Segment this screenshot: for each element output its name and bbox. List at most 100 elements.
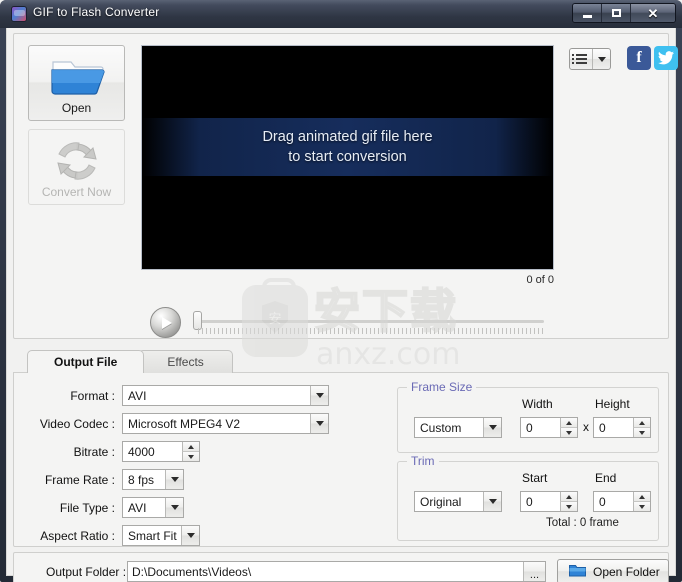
open-folder-button-label: Open Folder (593, 564, 660, 579)
slider-ticks (198, 328, 544, 334)
frame-width-value: 0 (526, 420, 533, 435)
convert-now-button[interactable]: Convert Now (28, 129, 125, 205)
play-button[interactable] (150, 307, 181, 338)
play-icon (162, 316, 172, 329)
folder-icon (569, 563, 586, 580)
open-folder-button[interactable]: Open Folder (557, 559, 669, 582)
trim-end-stepper[interactable] (633, 492, 650, 511)
field-bitrate-label: Bitrate : (73, 444, 115, 459)
stepper-up-icon[interactable] (182, 442, 199, 452)
frame-size-chevron-down-icon[interactable] (483, 418, 501, 437)
frame-width-stepper[interactable] (560, 418, 577, 437)
open-button[interactable]: Open (28, 45, 125, 121)
stepper-down-icon[interactable] (560, 428, 577, 437)
maximize-button[interactable] (602, 4, 631, 22)
field-video-codec-label: Video Codec : (39, 416, 115, 431)
field-format: Format : AVI (26, 385, 329, 406)
format-chevron-down-icon[interactable] (310, 386, 328, 405)
frame-counter: 0 of 0 (526, 274, 554, 286)
stepper-down-icon[interactable] (633, 428, 650, 437)
facebook-icon: f (636, 49, 642, 66)
frame-height-value: 0 (599, 420, 606, 435)
bitrate-stepper[interactable] (182, 442, 199, 461)
trim-group: Trim Start End Original 0 0 Total: 0 fr… (397, 454, 659, 541)
field-format-label: Format : (70, 388, 115, 403)
app-root: GIF to Flash Converter ✕ Open Convert No… (0, 0, 682, 582)
frame-size-preset-value: Custom (420, 420, 462, 435)
output-folder-input[interactable]: D:\Documents\Videos\ ... (127, 561, 546, 582)
trim-preset-dropdown[interactable]: Original (414, 491, 502, 512)
frame-size-title: Frame Size (407, 380, 477, 394)
convert-refresh-icon (51, 138, 103, 189)
video-codec-value: Microsoft MPEG4 V2 (128, 416, 241, 431)
stepper-up-icon[interactable] (560, 418, 577, 428)
stepper-down-icon[interactable] (633, 502, 650, 511)
trim-end-value: 0 (599, 494, 606, 509)
frame-height-stepper[interactable] (633, 418, 650, 437)
stepper-up-icon[interactable] (560, 492, 577, 502)
file-type-chevron-down-icon[interactable] (165, 498, 183, 517)
minimize-button[interactable] (573, 4, 602, 22)
file-type-dropdown[interactable]: AVI (122, 497, 184, 518)
field-aspect-ratio-label: Aspect Ratio : (40, 528, 115, 543)
browse-button[interactable]: ... (523, 562, 545, 581)
video-codec-dropdown[interactable]: Microsoft MPEG4 V2 (122, 413, 329, 434)
field-file-type-label: File Type : (59, 500, 115, 515)
facebook-button[interactable]: f (627, 46, 651, 70)
stepper-up-icon[interactable] (633, 418, 650, 428)
field-frame-rate-label: Frame Rate : (44, 472, 115, 487)
open-folder-icon (49, 54, 105, 103)
trim-total-label: Total : 0 frame (546, 517, 619, 529)
maximize-icon (611, 9, 621, 17)
output-folder-path: D:\Documents\Videos\ (132, 564, 252, 579)
stepper-down-icon[interactable] (182, 452, 199, 461)
output-file-panel: Format : AVI Video Codec : Microsoft MPE… (13, 372, 669, 547)
end-label: End (595, 471, 617, 485)
frame-width-spinner[interactable]: 0 (520, 417, 578, 438)
title-bar[interactable]: GIF to Flash Converter ✕ (0, 0, 682, 28)
stepper-up-icon[interactable] (633, 492, 650, 502)
frame-slider[interactable] (193, 311, 544, 330)
field-aspect-ratio: Aspect Ratio : Smart Fit (26, 525, 200, 546)
close-icon: ✕ (647, 5, 659, 21)
bitrate-spinner[interactable]: 4000 (122, 441, 200, 462)
format-dropdown[interactable]: AVI (122, 385, 329, 406)
trim-chevron-down-icon[interactable] (483, 492, 501, 511)
drop-hint-line1: Drag animated gif file here (262, 129, 433, 145)
frame-height-spinner[interactable]: 0 (593, 417, 651, 438)
minimize-icon (582, 14, 592, 18)
trim-start-stepper[interactable] (560, 492, 577, 511)
chevron-down-icon (597, 56, 606, 62)
preview-panel: Open Convert Now Drag animated gif file … (13, 33, 678, 372)
watermark-url: anxz.com (316, 337, 461, 372)
frame-size-preset-dropdown[interactable]: Custom (414, 417, 502, 438)
social-buttons: f (627, 46, 678, 70)
aspect-ratio-chevron-down-icon[interactable] (181, 526, 199, 545)
dimension-separator: x (583, 420, 589, 434)
tab-output-file[interactable]: Output File (27, 350, 145, 373)
trim-end-spinner[interactable]: 0 (593, 491, 651, 512)
start-label: Start (522, 471, 548, 485)
drop-hint: Drag animated gif file here to start con… (142, 118, 553, 176)
trim-preset-value: Original (420, 494, 462, 509)
format-value: AVI (128, 388, 147, 403)
video-preview-area[interactable]: Drag animated gif file here to start con… (141, 45, 554, 270)
tab-effects[interactable]: Effects (138, 350, 233, 373)
tab-output-file-label: Output File (54, 355, 118, 369)
trim-start-spinner[interactable]: 0 (520, 491, 578, 512)
list-view-button[interactable] (569, 48, 611, 70)
twitter-button[interactable] (654, 46, 678, 70)
output-folder-bar: Output Folder : D:\Documents\Videos\ ...… (13, 552, 669, 582)
aspect-ratio-dropdown[interactable]: Smart Fit (122, 525, 200, 546)
trim-start-value: 0 (526, 494, 533, 509)
window-title: GIF to Flash Converter (33, 5, 160, 19)
list-dropdown-button[interactable] (593, 56, 610, 62)
width-label: Width (522, 397, 553, 411)
video-codec-chevron-down-icon[interactable] (310, 414, 328, 433)
stepper-down-icon[interactable] (560, 502, 577, 511)
frame-rate-chevron-down-icon[interactable] (165, 470, 183, 489)
close-button[interactable]: ✕ (631, 4, 675, 22)
aspect-ratio-value: Smart Fit (128, 528, 177, 543)
frame-rate-dropdown[interactable]: 8 fps (122, 469, 184, 490)
field-bitrate: Bitrate : 4000 (26, 441, 200, 462)
